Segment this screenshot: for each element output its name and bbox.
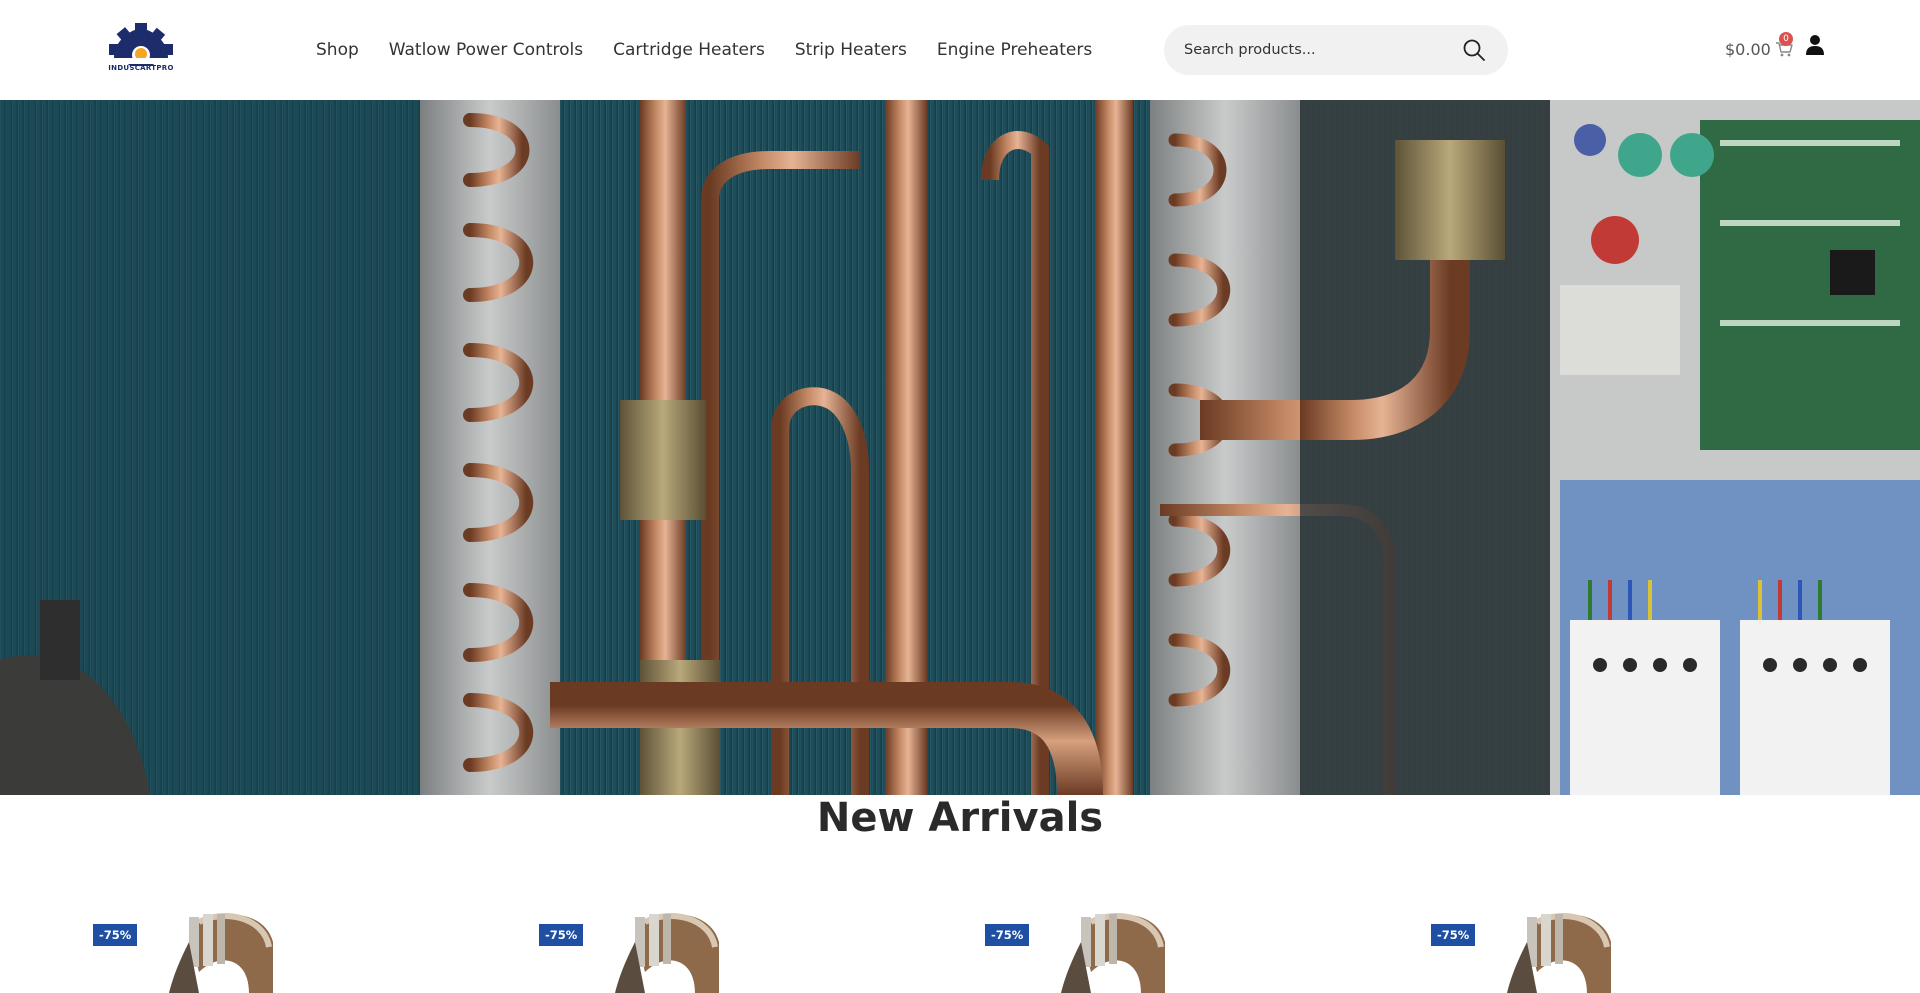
nav-watlow-power-controls[interactable]: Watlow Power Controls [389, 38, 583, 62]
logo-text: INDUSCARTPRO [108, 64, 174, 72]
nav-shop[interactable]: Shop [316, 38, 359, 62]
search-icon[interactable] [1462, 38, 1486, 62]
product-card[interactable]: -75% [985, 900, 1405, 993]
product-grid: -75% -75% -75% -75% [0, 900, 1920, 993]
product-card[interactable]: -75% [539, 900, 959, 993]
cart-amount: $0.00 [1725, 39, 1771, 59]
discount-badge: -75% [539, 924, 584, 946]
discount-badge: -75% [93, 924, 138, 946]
search-bar [1164, 25, 1508, 75]
cart-count-badge: 0 [1779, 32, 1793, 46]
site-logo[interactable]: INDUSCARTPRO [106, 22, 176, 74]
nav-strip-heaters[interactable]: Strip Heaters [795, 38, 907, 62]
site-header: INDUSCARTPRO Shop Watlow Power Controls … [0, 0, 1920, 100]
hero-banner-image [0, 100, 1920, 795]
discount-badge: -75% [985, 924, 1030, 946]
discount-badge: -75% [1431, 924, 1476, 946]
band-heater-image [1061, 913, 1165, 993]
product-card[interactable]: -75% [93, 900, 513, 993]
band-heater-image [1507, 913, 1611, 993]
nav-engine-preheaters[interactable]: Engine Preheaters [937, 38, 1092, 62]
account-icon[interactable] [1805, 34, 1825, 56]
band-heater-image [169, 913, 273, 993]
search-input[interactable] [1184, 37, 1454, 63]
main-nav: Shop Watlow Power Controls Cartridge Hea… [316, 38, 1122, 62]
nav-cartridge-heaters[interactable]: Cartridge Heaters [613, 38, 765, 62]
new-arrivals-title: New Arrivals [816, 795, 1104, 841]
gear-logo-icon [109, 23, 173, 66]
product-card[interactable]: -75% [1431, 900, 1851, 993]
band-heater-image [615, 913, 719, 993]
